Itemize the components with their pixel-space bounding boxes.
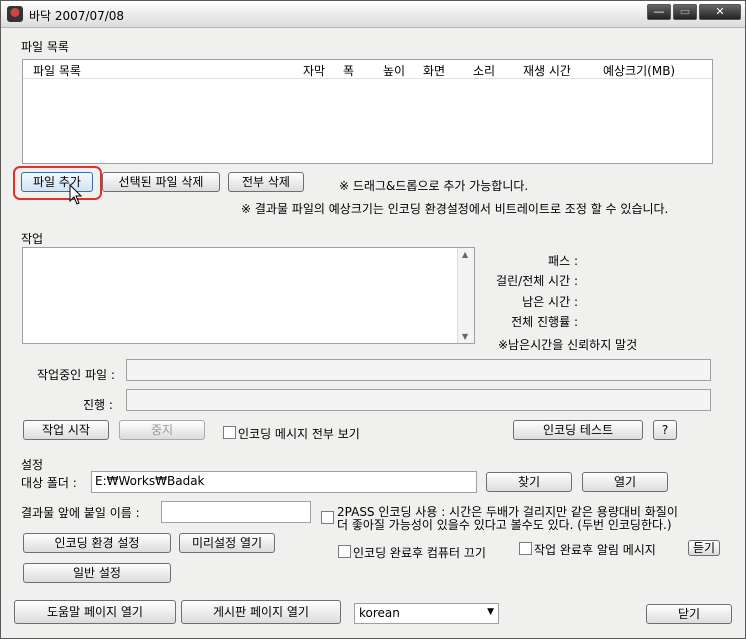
target-folder-value: E:₩Works₩Badak [95, 474, 205, 488]
remaining-time-label: 남은 시간 : [522, 295, 578, 309]
job-log-textarea[interactable]: ▲ ▼ [22, 247, 475, 344]
general-settings-button[interactable]: 일반 설정 [23, 563, 171, 583]
window-title: 바닥 2007/07/08 [29, 9, 125, 23]
elapsed-total-time-label: 걸린/전체 시간 : [496, 274, 578, 288]
current-file-label: 작업중인 파일 : [37, 368, 115, 382]
title-bar: 바닥 2007/07/08 — ▭ ✕ [1, 1, 745, 28]
column-header-sound[interactable]: 소리 [473, 62, 495, 79]
mouse-cursor-icon [69, 184, 83, 205]
stop-button[interactable]: 중지 [119, 420, 205, 440]
close-button[interactable]: 닫기 [646, 604, 732, 624]
shutdown-after-encoding-label: 인코딩 완료후 컴퓨터 끄기 [353, 546, 486, 560]
open-help-page-button[interactable]: 도움말 페이지 열기 [14, 600, 176, 624]
notify-after-job-checkbox[interactable] [519, 542, 532, 555]
delete-all-button[interactable]: 전부 삭제 [228, 172, 304, 192]
listen-button[interactable]: 듣기 [688, 540, 720, 556]
remaining-time-warning: ※남은시간을 신뢰하지 말것 [498, 338, 638, 352]
output-prefix-input[interactable] [161, 501, 311, 523]
progress-bar [126, 389, 711, 411]
file-list-section-label: 파일 목록 [21, 40, 69, 54]
job-log-scrollbar[interactable]: ▲ ▼ [457, 248, 474, 343]
main-window: 바닥 2007/07/08 — ▭ ✕ 파일 목록 파일 목록 자막 폭 높이 … [0, 0, 746, 639]
twopass-label-line2: 더 좋아질 가능성이 있을수 있다고 볼수도 있다. (두번 인코딩한다.) [337, 518, 672, 532]
drag-drop-note: ※ 드래그&드롭으로 추가 가능합니다. [339, 179, 529, 193]
progress-label: 진행 : [83, 398, 113, 412]
output-prefix-label: 결과물 앞에 붙일 이름 : [21, 506, 140, 520]
scroll-up-icon[interactable]: ▲ [462, 250, 468, 259]
chevron-down-icon[interactable]: ▼ [487, 607, 494, 617]
app-icon [7, 6, 23, 22]
minimize-button[interactable]: — [647, 4, 671, 20]
scroll-down-icon[interactable]: ▼ [462, 332, 468, 341]
column-header-duration[interactable]: 재생 시간 [523, 62, 571, 79]
shutdown-after-encoding-checkbox[interactable] [338, 545, 351, 558]
language-select-value: korean [359, 606, 400, 620]
encoding-env-settings-button[interactable]: 인코딩 환경 설정 [23, 533, 171, 553]
show-all-messages-checkbox[interactable] [223, 426, 236, 439]
open-board-page-button[interactable]: 게시판 페이지 열기 [181, 600, 341, 624]
notify-after-job-label: 작업 완료후 알림 메시지 [534, 543, 656, 557]
language-select[interactable]: korean ▼ [354, 603, 499, 624]
start-job-button[interactable]: 작업 시작 [23, 420, 109, 440]
open-presets-button[interactable]: 미리설정 열기 [179, 533, 275, 553]
total-progress-label: 전체 진행률 : [511, 315, 578, 329]
column-header-width[interactable]: 폭 [343, 62, 354, 79]
current-file-field [126, 359, 711, 381]
file-list-table[interactable]: 파일 목록 자막 폭 높이 화면 소리 재생 시간 예상크기(MB) [22, 59, 713, 164]
open-folder-button[interactable]: 열기 [582, 472, 668, 492]
delete-selected-files-button[interactable]: 선택된 파일 삭제 [102, 172, 220, 192]
expected-size-note: ※ 결과물 파일의 예상크기는 인코딩 환경설정에서 비트레이트로 조정 할 수… [241, 202, 669, 216]
pass-label: 패스 : [548, 254, 578, 268]
close-window-button[interactable]: ✕ [699, 4, 741, 20]
file-list-header: 파일 목록 자막 폭 높이 화면 소리 재생 시간 예상크기(MB) [23, 60, 712, 79]
maximize-button[interactable]: ▭ [673, 4, 697, 20]
target-folder-input[interactable]: E:₩Works₩Badak [91, 471, 477, 493]
target-folder-label: 대상 폴더 : [21, 476, 77, 490]
browse-button[interactable]: 찾기 [486, 472, 572, 492]
encoding-test-button[interactable]: 인코딩 테스트 [513, 420, 643, 440]
show-all-messages-label: 인코딩 메시지 전부 보기 [238, 427, 360, 441]
job-section-label: 작업 [21, 232, 44, 246]
column-header-subtitle[interactable]: 자막 [303, 62, 325, 79]
settings-section-label: 설정 [21, 458, 44, 472]
column-header-filename[interactable]: 파일 목록 [33, 62, 81, 79]
column-header-height[interactable]: 높이 [383, 62, 405, 79]
help-question-button[interactable]: ? [653, 420, 677, 440]
column-header-screen[interactable]: 화면 [423, 62, 445, 79]
column-header-expected-size[interactable]: 예상크기(MB) [603, 62, 675, 79]
twopass-checkbox[interactable] [321, 511, 334, 524]
